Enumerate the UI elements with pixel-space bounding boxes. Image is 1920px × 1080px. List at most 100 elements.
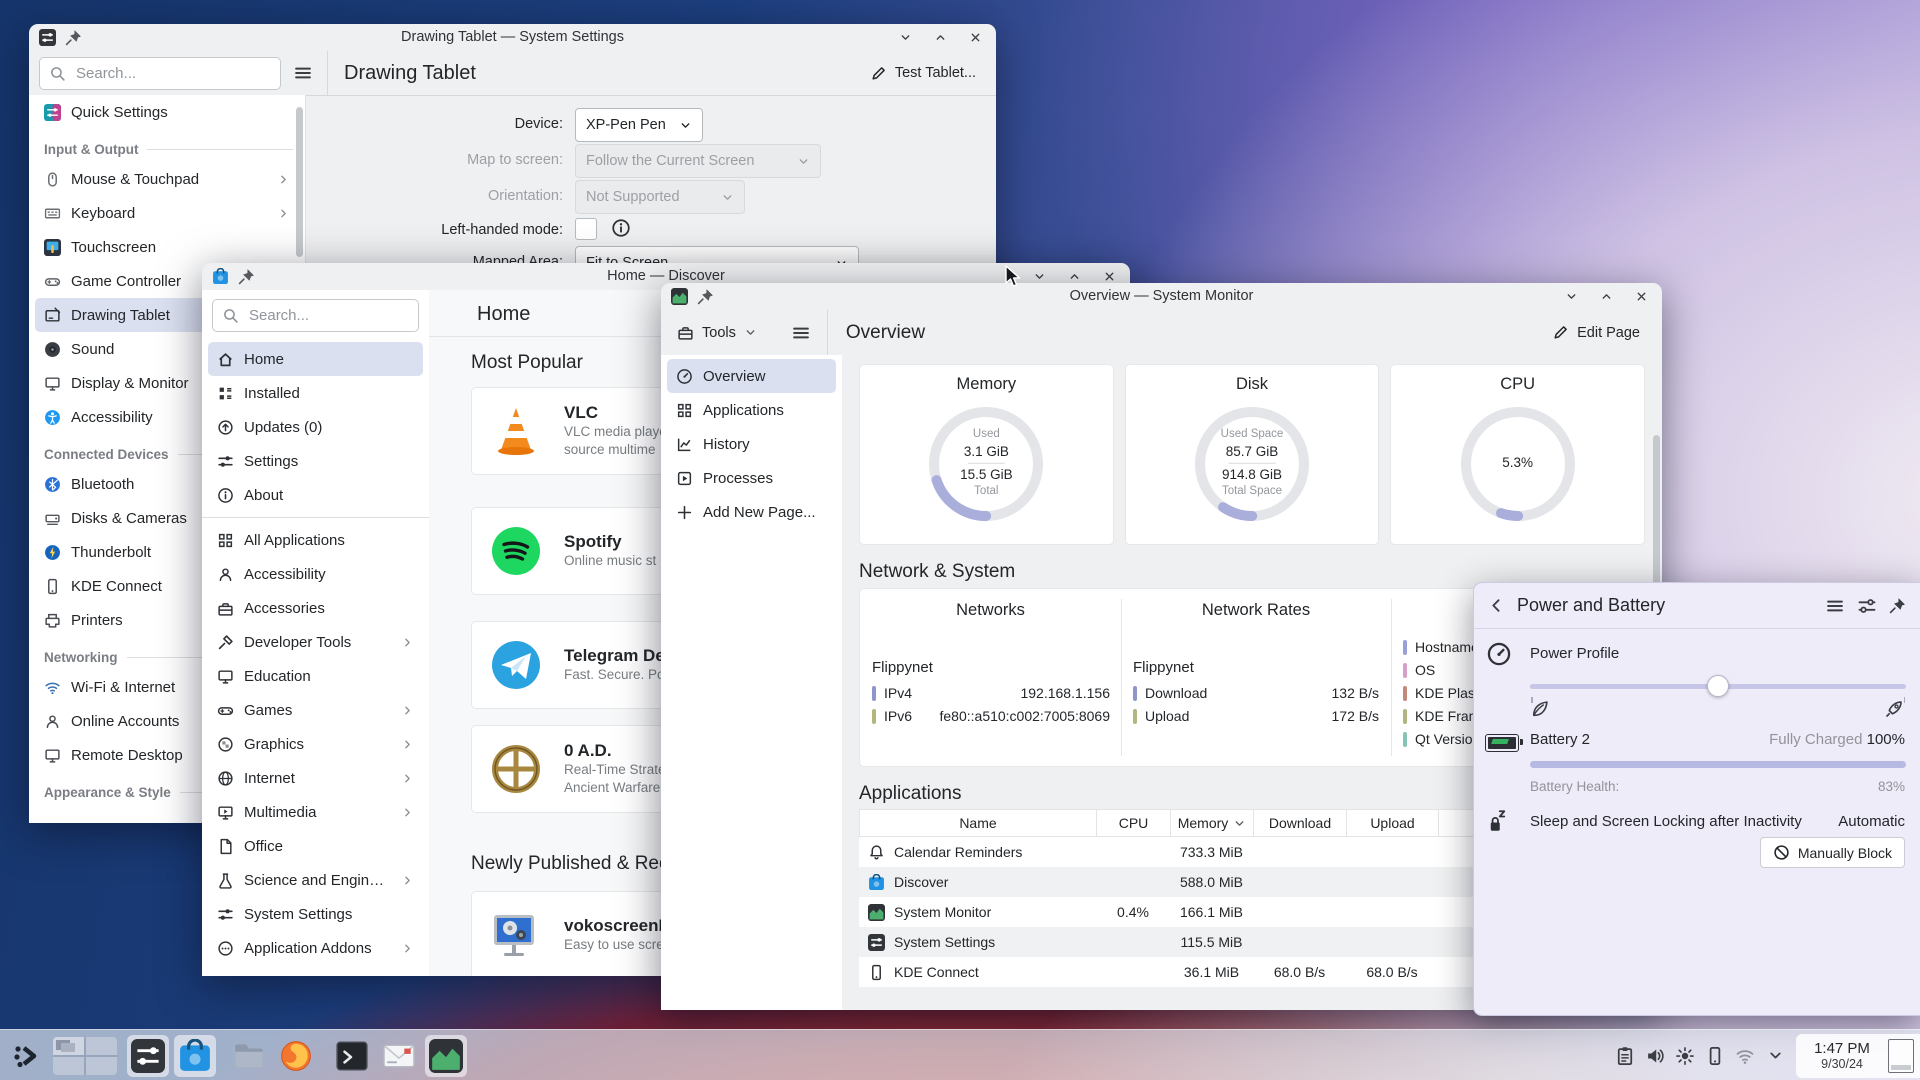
maximize-button[interactable] [934, 31, 947, 44]
column-name[interactable]: Name [860, 810, 1097, 836]
hamburger-menu-icon[interactable] [791, 323, 811, 343]
virtual-desktop-pager[interactable] [53, 1036, 117, 1075]
sidebar-item-updates[interactable]: Updates (0) [208, 410, 423, 444]
application-launcher-button[interactable] [5, 1035, 47, 1077]
sidebar-item-application-addons[interactable]: Application Addons [208, 931, 423, 965]
kde-connect-tray-icon[interactable] [1700, 1041, 1730, 1071]
sidebar-scrollbar[interactable] [296, 107, 303, 257]
sidebar-item-home[interactable]: Home [208, 342, 423, 376]
system-monitor-titlebar[interactable]: Overview — System Monitor [661, 283, 1662, 310]
minimize-button[interactable] [1565, 290, 1578, 303]
sidebar-item-mouse-touchpad[interactable]: Mouse & Touchpad [35, 162, 299, 196]
column-cpu[interactable]: CPU [1097, 810, 1171, 836]
sidebar-item-touchscreen[interactable]: Touchscreen [35, 230, 299, 264]
close-button[interactable] [969, 31, 982, 44]
sidebar-item-accessories[interactable]: Accessories [208, 591, 423, 625]
system-settings-titlebar[interactable]: Drawing Tablet — System Settings [29, 24, 996, 51]
sidebar-item-installed[interactable]: Installed [208, 376, 423, 410]
pin-icon[interactable] [238, 268, 255, 285]
taskbar-mail[interactable] [378, 1035, 420, 1077]
digital-clock[interactable]: 1:47 PM 9/30/24 [1796, 1040, 1888, 1072]
plasma-addons-icon [217, 974, 234, 977]
device-combobox[interactable]: XP-Pen Pen [575, 108, 703, 142]
section-most-popular: Most Popular [471, 352, 583, 373]
taskbar-discover[interactable] [174, 1034, 216, 1077]
sidebar-item-graphics[interactable]: Graphics [208, 727, 423, 761]
office-icon [217, 838, 234, 855]
firefox-icon [281, 1040, 311, 1071]
configure-icon[interactable] [1857, 596, 1877, 616]
sidebar-item-history[interactable]: History [667, 427, 836, 461]
sidebar-item-all-applications[interactable]: All Applications [208, 523, 423, 557]
sidebar-item-overview[interactable]: Overview [667, 359, 836, 393]
pager-desktop-4[interactable] [86, 1056, 117, 1075]
sidebar-item-developer-tools[interactable]: Developer Tools [208, 625, 423, 659]
sidebar-item-settings[interactable]: Settings [208, 444, 423, 478]
sidebar-item-quick-settings[interactable]: Quick Settings [35, 95, 299, 129]
sidebar-item-multimedia[interactable]: Multimedia [208, 795, 423, 829]
column-upload[interactable]: Upload [1347, 810, 1439, 836]
minimize-button[interactable] [899, 31, 912, 44]
tray-expander-icon[interactable] [1760, 1041, 1790, 1071]
sidebar-item-add-new-page[interactable]: Add New Page... [667, 495, 836, 529]
sidebar-item-games[interactable]: Games [208, 693, 423, 727]
brightness-tray-icon[interactable] [1670, 1041, 1700, 1071]
minimize-button[interactable] [1033, 270, 1046, 283]
sidebar-item-keyboard[interactable]: Keyboard [35, 196, 299, 230]
taskbar-konsole[interactable] [331, 1035, 373, 1077]
sidebar-item-science-engineering[interactable]: Science and Engineering [208, 863, 423, 897]
volume-tray-icon[interactable] [1640, 1041, 1670, 1071]
manually-block-button[interactable]: Manually Block [1759, 837, 1905, 868]
sidebar-item-internet[interactable]: Internet [208, 761, 423, 795]
chevron-right-icon [401, 976, 414, 977]
sidebar-item-processes[interactable]: Processes [667, 461, 836, 495]
taskbar-firefox[interactable] [275, 1035, 317, 1077]
discover-search-field[interactable] [247, 306, 409, 325]
column-memory[interactable]: Memory [1171, 810, 1254, 836]
close-button[interactable] [1103, 270, 1116, 283]
clipboard-tray-icon[interactable] [1610, 1041, 1640, 1071]
info-icon [611, 218, 631, 238]
slider-thumb[interactable] [1707, 675, 1729, 697]
pager-desktop-1[interactable] [53, 1036, 84, 1055]
taskbar-dolphin[interactable] [228, 1035, 270, 1077]
back-button[interactable] [1488, 597, 1505, 614]
left-handed-checkbox[interactable] [575, 218, 597, 240]
edit-page-button[interactable]: Edit Page [1546, 323, 1646, 342]
sidebar-item-office[interactable]: Office [208, 829, 423, 863]
pager-desktop-2[interactable] [86, 1036, 117, 1055]
discover-search[interactable] [212, 299, 419, 332]
taskbar-system-monitor[interactable] [425, 1034, 467, 1077]
network-tray-icon[interactable] [1730, 1041, 1760, 1071]
column-download[interactable]: Download [1254, 810, 1347, 836]
close-button[interactable] [1635, 290, 1648, 303]
chevron-right-icon [401, 942, 414, 955]
sidebar-item-education[interactable]: Education [208, 659, 423, 693]
sidebar-item-accessibility[interactable]: Accessibility [208, 557, 423, 591]
maximize-button[interactable] [1600, 290, 1613, 303]
map-to-screen-combobox[interactable]: Follow the Current Screen [575, 144, 821, 178]
taskbar-system-settings[interactable] [127, 1034, 169, 1077]
orientation-combobox[interactable]: Not Supported [575, 180, 745, 214]
pager-desktop-3[interactable] [53, 1056, 84, 1075]
games-icon [217, 702, 234, 719]
pin-icon[interactable] [1889, 597, 1906, 614]
sidebar-item-system-settings[interactable]: System Settings [208, 897, 423, 931]
education-icon [217, 668, 234, 685]
power-profile-slider[interactable] [1530, 675, 1906, 703]
pin-icon[interactable] [65, 29, 82, 46]
chevron-down-icon [744, 326, 757, 339]
pin-icon[interactable] [697, 288, 714, 305]
sidebar-item-plasma-addons[interactable]: Plasma Addons [208, 965, 423, 977]
maximize-button[interactable] [1068, 270, 1081, 283]
test-tablet-button[interactable]: Test Tablet... [864, 64, 982, 83]
search-field[interactable] [74, 63, 271, 83]
plus-icon [676, 504, 693, 521]
show-desktop-button[interactable] [1888, 1038, 1914, 1073]
sidebar-item-applications[interactable]: Applications [667, 393, 836, 427]
search-input[interactable] [39, 56, 281, 90]
tools-button[interactable]: Tools [671, 323, 763, 342]
hamburger-menu-icon[interactable] [293, 63, 313, 83]
sidebar-item-about[interactable]: About [208, 478, 423, 512]
hamburger-menu-icon[interactable] [1825, 596, 1845, 616]
